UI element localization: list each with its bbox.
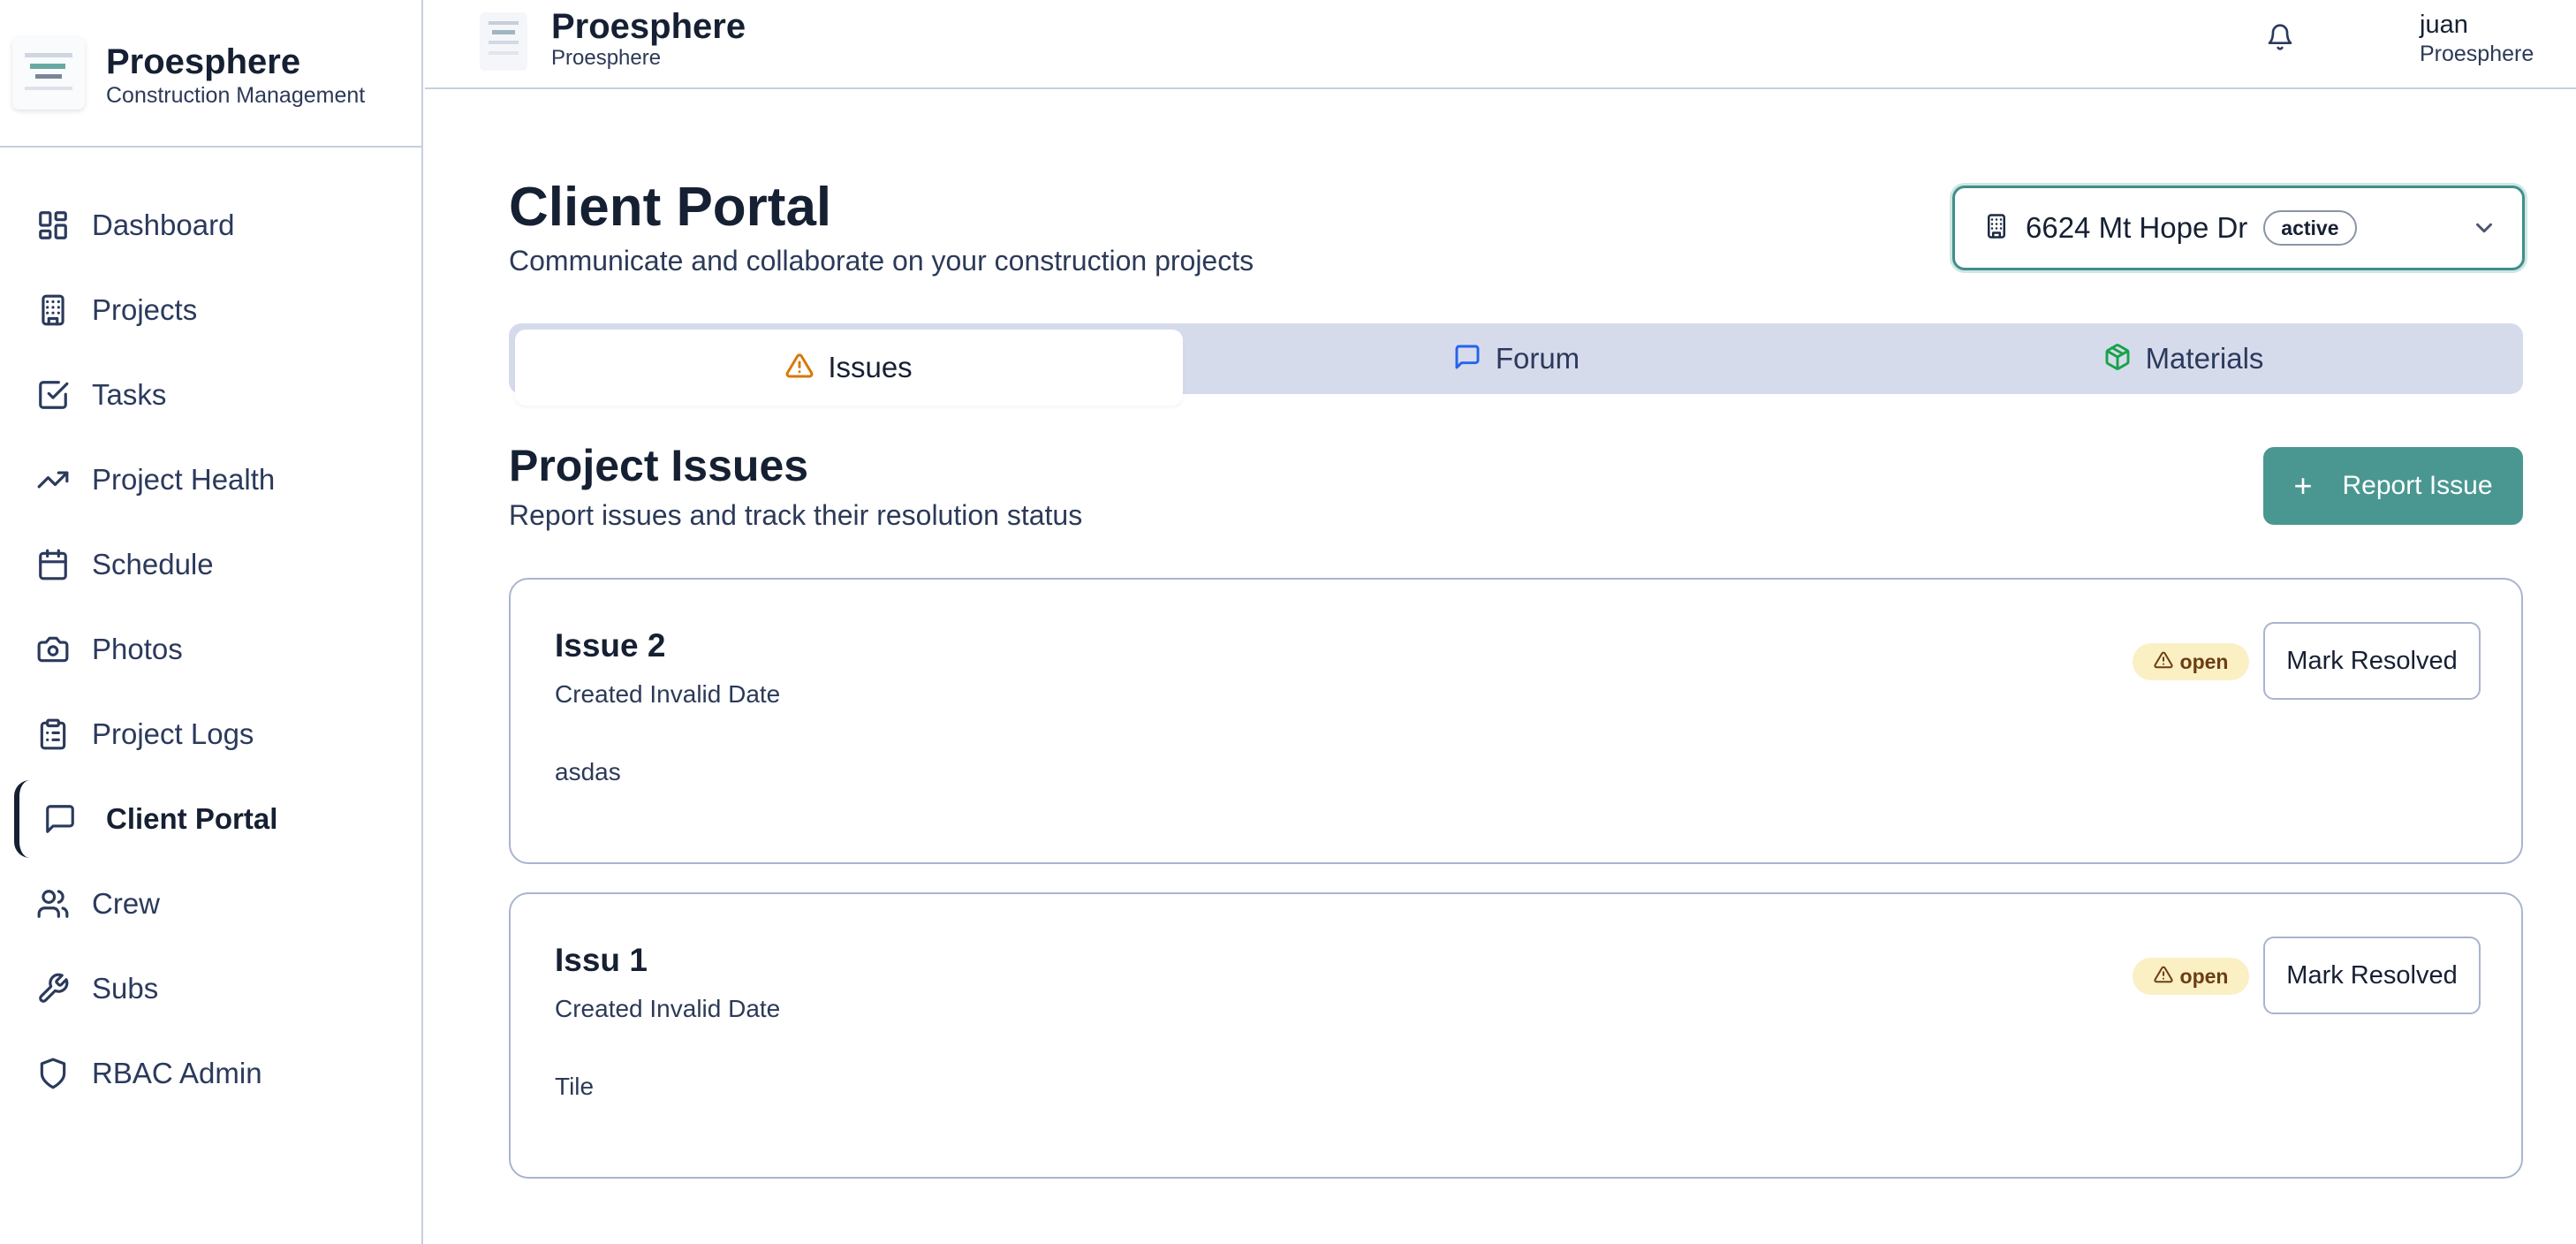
calendar-icon — [35, 547, 71, 582]
wrench-icon — [35, 971, 71, 1006]
alert-triangle-icon — [785, 352, 814, 384]
issue-description: asdas — [555, 758, 621, 785]
check-square-icon — [35, 377, 71, 413]
camera-icon — [35, 632, 71, 667]
brand-name: Proesphere — [106, 42, 301, 81]
issue-created: Created Invalid Date — [555, 680, 781, 708]
shield-icon — [35, 1056, 71, 1091]
sidebar-item-label: Client Portal — [106, 802, 278, 835]
status-badge: open — [2133, 958, 2249, 995]
status-label: open — [2179, 649, 2229, 673]
brand-subtitle: Construction Management — [106, 82, 366, 108]
sidebar-item-label: Project Logs — [92, 717, 254, 750]
sidebar-item-schedule[interactable]: Schedule — [0, 522, 421, 607]
sidebar-item-projects[interactable]: Projects — [0, 268, 421, 353]
tab-label: Materials — [2145, 342, 2264, 375]
sidebar: Proesphere Construction Management Dashb… — [0, 0, 423, 1244]
header-subtitle: Proesphere — [551, 46, 662, 70]
sidebar-item-rbac-admin[interactable]: RBAC Admin — [0, 1031, 421, 1116]
user-menu[interactable]: juan Proesphere — [2420, 9, 2570, 67]
user-name: juan — [2420, 11, 2468, 39]
user-org: Proesphere — [2420, 42, 2534, 66]
brand-logo — [12, 36, 85, 110]
sidebar-item-label: Schedule — [92, 548, 214, 580]
sidebar-item-label: Dashboard — [92, 209, 235, 241]
selected-project: 6624 Mt Hope Dr — [2026, 211, 2248, 244]
alert-triangle-icon — [2153, 650, 2173, 674]
issue-created: Created Invalid Date — [555, 995, 781, 1022]
portal-tabs: Issues Forum Materials — [509, 323, 2523, 406]
page-title: Client Portal — [509, 177, 832, 238]
project-logo — [480, 12, 527, 71]
section-title: Project Issues — [509, 441, 809, 490]
sidebar-item-label: Subs — [92, 972, 159, 1005]
clipboard-icon — [35, 717, 71, 752]
sidebar-item-tasks[interactable]: Tasks — [0, 353, 421, 437]
tab-label: Issues — [828, 351, 913, 383]
issue-description: Tile — [555, 1073, 595, 1100]
alert-triangle-icon — [2153, 965, 2173, 989]
sidebar-item-label: Project Health — [92, 463, 276, 496]
sidebar-nav: Dashboard Projects Tasks Project Health … — [0, 148, 421, 1116]
sidebar-item-subs[interactable]: Subs — [0, 946, 421, 1031]
message-square-icon — [1453, 343, 1481, 375]
mark-resolved-button[interactable]: Mark Resolved — [2263, 937, 2481, 1014]
sidebar-item-project-health[interactable]: Project Health — [0, 437, 421, 522]
notifications-button[interactable] — [2261, 19, 2299, 58]
message-square-icon — [42, 801, 78, 837]
page-subtitle: Communicate and collaborate on your cons… — [509, 245, 1254, 277]
brand: Proesphere Construction Management — [0, 0, 421, 148]
chevron-down-icon — [2471, 215, 2497, 246]
issue-card: Issu 1 Created Invalid Date Tile open Ma… — [509, 892, 2523, 1179]
sidebar-item-label: Projects — [92, 293, 198, 326]
sidebar-item-label: Photos — [92, 633, 183, 665]
header-title: Proesphere — [551, 7, 746, 46]
package-icon — [2103, 343, 2132, 375]
sidebar-item-label: Crew — [92, 887, 161, 920]
tab-forum[interactable]: Forum — [1183, 323, 1850, 394]
bell-icon — [2266, 23, 2294, 56]
report-issue-button[interactable]: + Report Issue — [2263, 447, 2523, 525]
building-icon — [1983, 212, 2010, 245]
trending-up-icon — [35, 462, 71, 497]
tab-issues[interactable]: Issues — [515, 330, 1183, 406]
status-label: open — [2179, 964, 2229, 988]
plus-icon: + — [2293, 467, 2313, 504]
tab-materials[interactable]: Materials — [1850, 323, 2517, 394]
users-icon — [35, 886, 71, 922]
dashboard-icon — [35, 208, 71, 243]
sidebar-item-label: RBAC Admin — [92, 1057, 262, 1089]
mark-resolved-button[interactable]: Mark Resolved — [2263, 622, 2481, 700]
sidebar-item-label: Tasks — [92, 378, 167, 411]
report-issue-label: Report Issue — [2342, 471, 2493, 500]
sidebar-item-crew[interactable]: Crew — [0, 861, 421, 946]
sidebar-item-client-portal[interactable]: Client Portal — [0, 777, 421, 861]
issue-card: Issue 2 Created Invalid Date asdas open … — [509, 578, 2523, 864]
issue-title: Issue 2 — [555, 627, 666, 664]
status-badge: open — [2133, 643, 2249, 680]
tab-label: Forum — [1495, 342, 1580, 375]
project-select[interactable]: 6624 Mt Hope Dr active — [1952, 186, 2525, 270]
top-header: Proesphere Proesphere juan Proesphere — [425, 0, 2576, 89]
active-indicator — [14, 780, 30, 858]
sidebar-item-project-logs[interactable]: Project Logs — [0, 692, 421, 777]
sidebar-item-photos[interactable]: Photos — [0, 607, 421, 692]
status-badge: active — [2263, 210, 2357, 246]
issue-title: Issu 1 — [555, 942, 648, 978]
building-icon — [35, 292, 71, 328]
section-subtitle: Report issues and track their resolution… — [509, 499, 1083, 531]
sidebar-item-dashboard[interactable]: Dashboard — [0, 183, 421, 268]
